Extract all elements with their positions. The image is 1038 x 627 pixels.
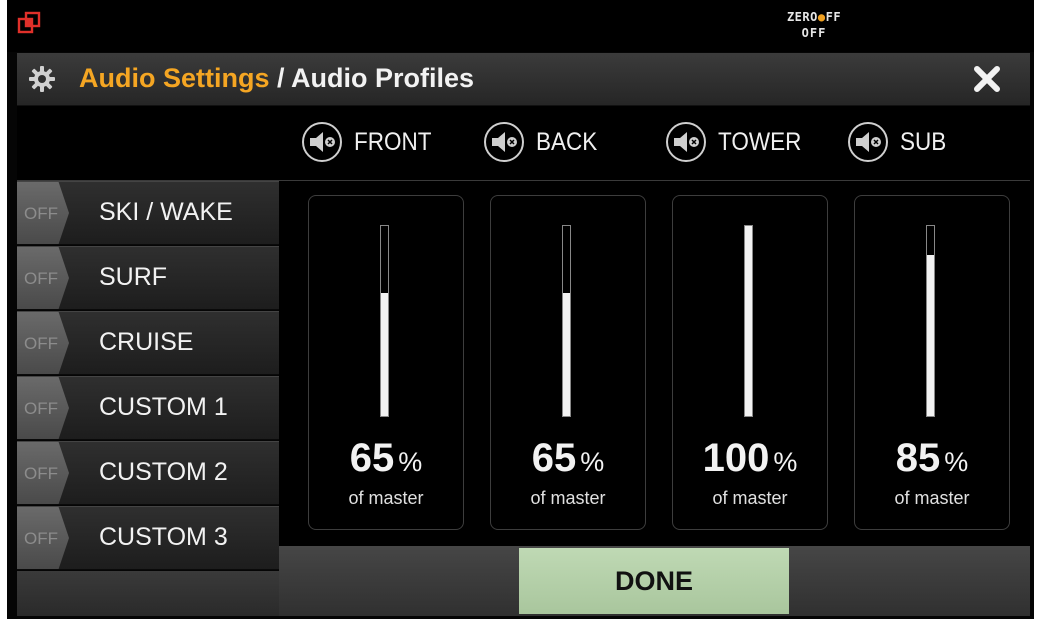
zone-label: SUB xyxy=(900,127,947,156)
breadcrumb-audio-settings[interactable]: Audio Settings xyxy=(79,63,270,93)
level-panel-front: 65% of master xyxy=(308,195,464,530)
level-fill xyxy=(381,292,388,416)
level-value: 65% xyxy=(349,436,423,480)
profile-toggle-label: OFF xyxy=(24,399,58,418)
profile-name: CRUISE xyxy=(99,328,194,356)
profile-item-custom-3[interactable]: OFF CUSTOM 3 xyxy=(17,506,279,570)
app-screen: ZERO●FF OFF Audio Settings / Audio Profi… xyxy=(7,0,1034,619)
speaker-muted-icon[interactable] xyxy=(484,122,524,162)
profile-name: CUSTOM 3 xyxy=(99,523,228,551)
zone-label: FRONT xyxy=(354,127,432,156)
breadcrumb-current: Audio Profiles xyxy=(291,63,475,93)
level-caption: of master xyxy=(348,488,424,508)
profile-item-surf[interactable]: OFF SURF xyxy=(17,246,279,310)
level-slider[interactable] xyxy=(926,225,935,417)
level-fill xyxy=(927,254,934,416)
profile-item-cruise[interactable]: OFF CRUISE xyxy=(17,311,279,375)
profile-toggle-label: OFF xyxy=(24,204,58,223)
level-panel-sub: 85% of master xyxy=(854,195,1010,530)
breadcrumb-separator: / xyxy=(269,63,292,93)
speaker-muted-icon[interactable] xyxy=(302,122,342,162)
profile-name: SURF xyxy=(99,263,168,291)
zero-off-logo: ZERO●FF xyxy=(786,10,842,24)
level-panel-back: 65% of master xyxy=(490,195,646,530)
zone-label: BACK xyxy=(536,127,598,156)
profile-toggle-label: OFF xyxy=(24,334,58,353)
zone-label: TOWER xyxy=(718,127,802,156)
status-bar: ZERO●FF OFF xyxy=(7,0,1034,52)
level-caption: of master xyxy=(530,488,606,508)
close-icon[interactable] xyxy=(972,64,1002,94)
profile-item-custom-1[interactable]: OFF CUSTOM 1 xyxy=(17,376,279,440)
zone-header-tower[interactable]: TOWER xyxy=(666,119,811,165)
level-slider[interactable] xyxy=(380,225,389,417)
level-value: 65% xyxy=(531,436,605,480)
speaker-muted-icon[interactable] xyxy=(666,122,706,162)
profile-toggle-label: OFF xyxy=(24,269,58,288)
level-fill xyxy=(745,226,752,416)
zones-header: FRONT BACK TOWER SUB xyxy=(17,106,1030,181)
level-slider[interactable] xyxy=(744,225,753,417)
level-fill xyxy=(563,292,570,416)
profile-name: SKI / WAKE xyxy=(99,198,233,226)
window-restore-icon[interactable] xyxy=(17,11,41,35)
title-bar: Audio Settings / Audio Profiles xyxy=(17,53,1030,106)
zero-off-state: OFF xyxy=(801,26,827,40)
profile-name: CUSTOM 2 xyxy=(99,458,228,486)
zero-off-indicator[interactable]: ZERO●FF OFF xyxy=(764,10,864,40)
zone-levels: 65% of master 65% of master 100% of mast… xyxy=(279,181,1030,546)
done-button[interactable]: DONE xyxy=(519,548,789,614)
profile-item-ski-wake[interactable]: OFF SKI / WAKE xyxy=(17,181,283,245)
profile-toggle-label: OFF xyxy=(24,529,58,548)
profile-toggle-label: OFF xyxy=(24,464,58,483)
profile-list-footer xyxy=(17,571,279,616)
zone-header-sub[interactable]: SUB xyxy=(848,119,951,165)
zone-header-front[interactable]: FRONT xyxy=(302,119,440,165)
level-caption: of master xyxy=(894,488,970,508)
zone-header-back[interactable]: BACK xyxy=(484,119,604,165)
level-slider[interactable] xyxy=(562,225,571,417)
action-bar: DONE xyxy=(279,546,1030,616)
gear-icon xyxy=(29,66,55,92)
level-value: 85% xyxy=(895,436,969,480)
page-title: Audio Settings / Audio Profiles xyxy=(79,63,474,94)
level-caption: of master xyxy=(712,488,788,508)
speaker-muted-icon[interactable] xyxy=(848,122,888,162)
profile-list: OFF SKI / WAKE OFF SURF OFF CRUISE OFF C… xyxy=(17,181,283,571)
profile-name: CUSTOM 1 xyxy=(99,393,228,421)
profile-item-custom-2[interactable]: OFF CUSTOM 2 xyxy=(17,441,279,505)
level-panel-tower: 100% of master xyxy=(672,195,828,530)
level-value: 100% xyxy=(702,436,798,480)
